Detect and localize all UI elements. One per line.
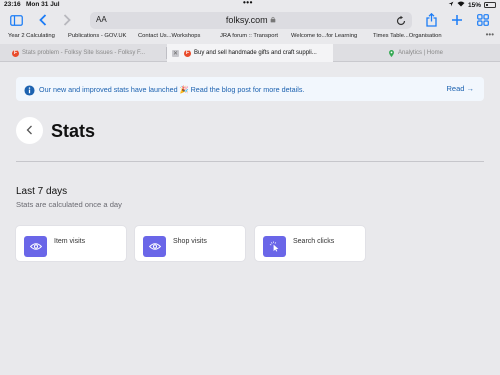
- new-tab-plus-icon[interactable]: [449, 12, 465, 28]
- card-search-clicks[interactable]: Search clicks: [255, 226, 365, 261]
- banner-message: Our new and improved stats have launched…: [39, 85, 305, 94]
- eye-icon: [143, 236, 166, 257]
- tab-folksy-active[interactable]: ✕ F Buy and sell handmade gifts and craf…: [167, 44, 333, 62]
- more-bookmarks-icon[interactable]: •••: [486, 30, 494, 39]
- cursor-click-icon: [263, 236, 286, 257]
- section-title: Last 7 days: [16, 186, 68, 197]
- status-date: Mon 31 Jul: [26, 1, 60, 8]
- reload-icon[interactable]: [395, 14, 407, 26]
- forward-arrow-icon[interactable]: [59, 12, 75, 28]
- wifi-icon: [457, 1, 465, 9]
- sidebar-icon[interactable]: [8, 12, 24, 28]
- tab-label: Analytics | Home: [398, 50, 443, 56]
- folksy-favicon-icon: F: [12, 49, 19, 57]
- bookmark-item[interactable]: Contact Us...Workshops: [138, 33, 200, 39]
- analytics-favicon-icon: [388, 49, 395, 57]
- bookmark-item[interactable]: JRA forum :: Transport: [220, 33, 278, 39]
- chevron-left-icon: [26, 122, 33, 140]
- tab-bar: F Stats problem - Folksy Site Issues - F…: [0, 44, 500, 62]
- card-label: Search clicks: [293, 238, 335, 245]
- eye-icon: [24, 236, 47, 257]
- card-label: Item visits: [54, 238, 86, 245]
- share-icon[interactable]: [423, 12, 439, 28]
- address-bar[interactable]: AA folksy.com: [90, 12, 412, 29]
- status-bar: 23:16 Mon 31 Jul ••• 15%: [0, 0, 500, 10]
- bookmark-item[interactable]: Welcome to...for Learning: [291, 33, 357, 39]
- announcement-banner: Our new and improved stats have launched…: [16, 77, 484, 101]
- folksy-favicon-icon: F: [184, 49, 191, 57]
- bookmark-item[interactable]: Year 2 Calculating: [8, 33, 55, 39]
- back-button[interactable]: [16, 117, 43, 144]
- card-label: Shop visits: [173, 238, 207, 245]
- status-time: 23:16: [4, 1, 21, 8]
- bookmark-item[interactable]: Publications - GOV.UK: [68, 33, 126, 39]
- tab-analytics[interactable]: Analytics | Home: [333, 44, 500, 62]
- close-tab-icon[interactable]: ✕: [172, 49, 179, 57]
- page-title: Stats: [51, 121, 96, 141]
- card-shop-visits[interactable]: Shop visits: [135, 226, 245, 261]
- lock-icon: [270, 15, 276, 25]
- multitasking-dots-icon[interactable]: •••: [243, 0, 253, 7]
- section-subtitle: Stats are calculated once a day: [16, 200, 122, 209]
- info-icon: [24, 83, 35, 96]
- tab-overview-icon[interactable]: [475, 12, 491, 28]
- tab-label: Buy and sell handmade gifts and craft su…: [194, 50, 317, 56]
- battery-percent: 15%: [467, 1, 481, 9]
- location-icon: [448, 1, 454, 9]
- divider: [16, 161, 484, 162]
- tab-stats-problem[interactable]: F Stats problem - Folksy Site Issues - F…: [0, 44, 165, 62]
- battery-icon: [484, 2, 496, 8]
- back-arrow-icon[interactable]: [35, 12, 51, 28]
- read-link[interactable]: Read →: [446, 84, 474, 93]
- bookmark-item[interactable]: Times Table...Organisation: [373, 33, 442, 39]
- card-item-visits[interactable]: Item visits: [16, 226, 126, 261]
- url-text: folksy.com: [90, 15, 412, 25]
- tab-label: Stats problem - Folksy Site Issues - Fol…: [22, 50, 146, 56]
- browser-toolbar: AA folksy.com: [0, 10, 500, 30]
- page-content: Our new and improved stats have launched…: [0, 63, 500, 375]
- bookmarks-bar: Year 2 Calculating Publications - GOV.UK…: [0, 30, 500, 42]
